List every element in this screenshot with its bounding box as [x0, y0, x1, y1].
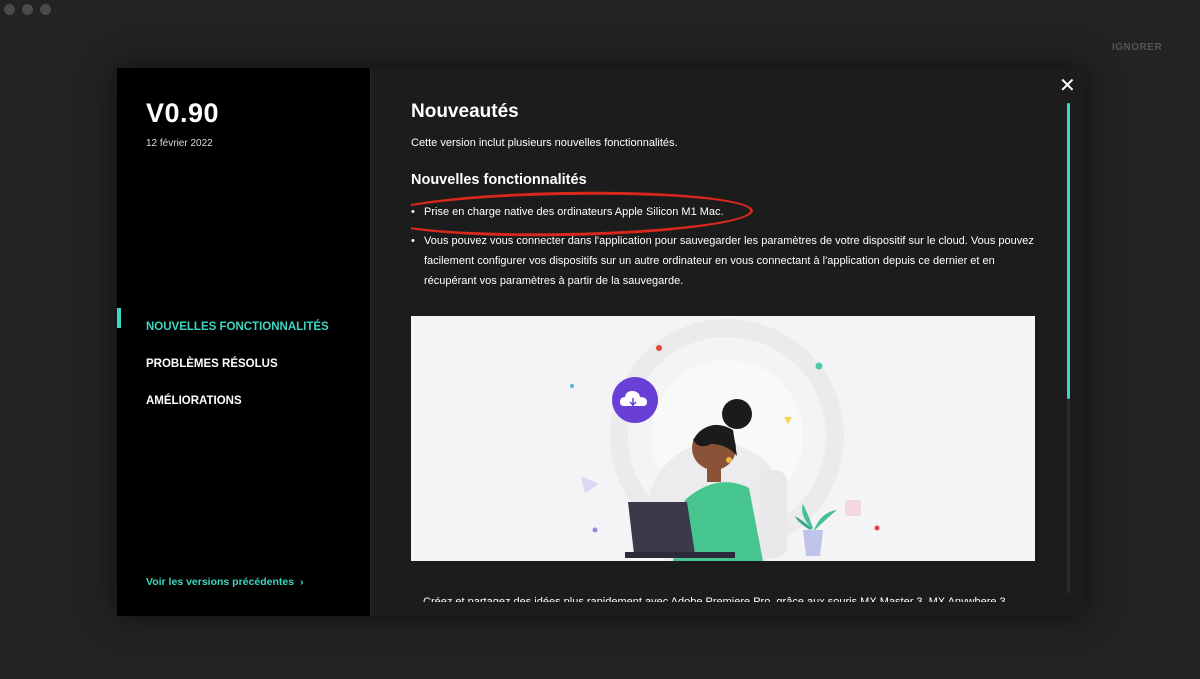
previous-versions-link[interactable]: Voir les versions précédentes › — [146, 576, 304, 588]
zoom-window-button[interactable] — [40, 4, 51, 15]
minimize-window-button[interactable] — [22, 4, 33, 15]
release-notes-dialog: V0.90 12 février 2022 NOUVELLES FONCTION… — [117, 68, 1085, 616]
feature-illustration — [411, 316, 1035, 561]
nav-item-label: NOUVELLES FONCTIONNALITÉS — [146, 320, 329, 333]
woman-laptop-illustration — [570, 319, 880, 561]
release-date: 12 février 2022 — [146, 138, 213, 149]
sidebar: V0.90 12 février 2022 NOUVELLES FONCTION… — [117, 68, 371, 616]
section-nav: NOUVELLES FONCTIONNALITÉS PROBLÈMES RÉSO… — [117, 308, 370, 419]
version-number: V0.90 — [146, 98, 220, 128]
close-icon[interactable]: ✕ — [1059, 76, 1076, 96]
feature-item-m1: Prise en charge native des ordinateurs A… — [411, 202, 1041, 222]
nav-item-new-features[interactable]: NOUVELLES FONCTIONNALITÉS — [117, 308, 370, 345]
release-notes-content: Nouveautés Cette version inclut plusieur… — [411, 68, 1051, 616]
nav-item-resolved-issues[interactable]: PROBLÈMES RÉSOLUS — [117, 345, 370, 382]
section-title: Nouvelles fonctionnalités — [411, 172, 587, 188]
feature-list: Prise en charge native des ordinateurs A… — [411, 202, 1041, 300]
nav-item-label: PROBLÈMES RÉSOLUS — [146, 357, 278, 370]
close-window-button[interactable] — [4, 4, 15, 15]
previous-versions-label: Voir les versions précédentes — [146, 576, 295, 588]
intro-text: Cette version inclut plusieurs nouvelles… — [411, 137, 678, 149]
chevron-right-icon: › — [300, 576, 304, 588]
nav-item-label: AMÉLIORATIONS — [146, 394, 242, 407]
feature-item-cloud: Vous pouvez vous connecter dans l'applic… — [411, 231, 1041, 291]
window-controls — [4, 4, 51, 15]
truncated-text: Créez et partagez des idées plus rapidem… — [423, 596, 1006, 602]
nav-item-improvements[interactable]: AMÉLIORATIONS — [117, 382, 370, 419]
scrollbar-thumb[interactable] — [1067, 103, 1070, 399]
page-title: Nouveautés — [411, 101, 519, 122]
ignore-button[interactable]: IGNORER — [1112, 42, 1162, 53]
